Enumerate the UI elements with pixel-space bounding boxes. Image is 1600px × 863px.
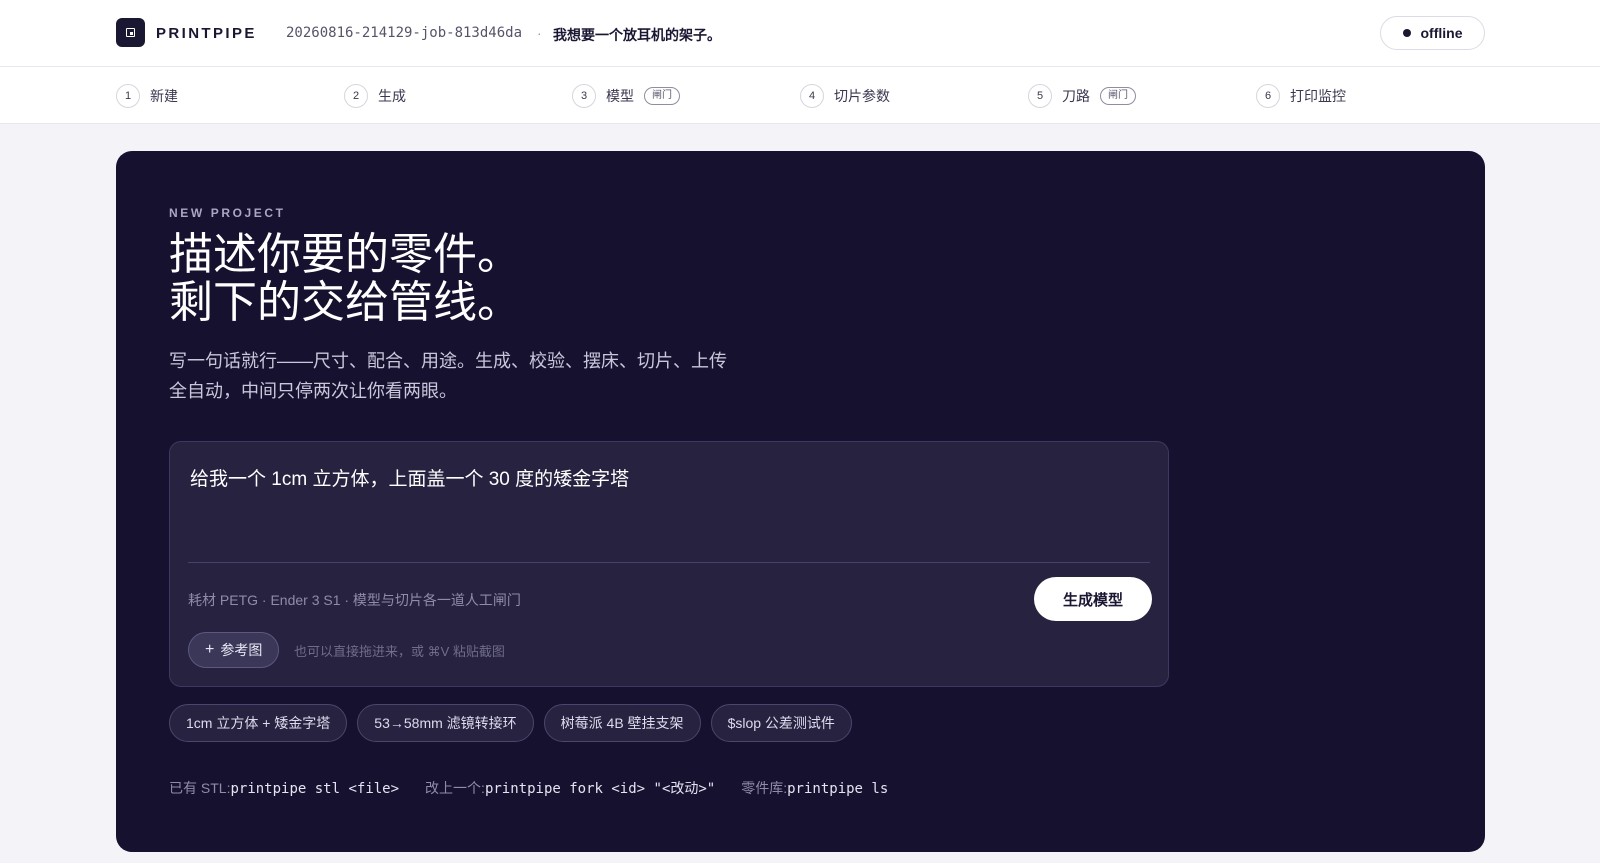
- top-bar: PRINTPIPE 20260816-214129-job-813d46da ·…: [0, 0, 1600, 67]
- cli-label: 改上一个:: [425, 780, 485, 796]
- headline-line-2: 剩下的交给管线。: [169, 277, 521, 328]
- example-chip[interactable]: $slop 公差测试件: [710, 704, 852, 742]
- step-print-monitor[interactable]: 6 打印监控: [1256, 84, 1346, 108]
- step-new[interactable]: 1 新建: [116, 84, 178, 108]
- subtitle-line-2: 全自动，中间只停两次让你看两眼。: [169, 381, 457, 401]
- cli-hint-stl: 已有 STL: printpipe stl <file>: [169, 778, 399, 798]
- step-label: 模型: [606, 88, 634, 104]
- reference-image-label: 参考图: [220, 642, 263, 658]
- headline-line-1: 描述你要的零件。: [169, 229, 521, 280]
- example-chip[interactable]: 1cm 立方体 + 矮金字塔: [169, 704, 348, 742]
- reference-image-button[interactable]: + 参考图: [188, 632, 280, 668]
- step-label: 打印监控: [1290, 88, 1346, 104]
- status-badge: offline: [1380, 16, 1485, 50]
- subtitle: 写一句话就行——尺寸、配合、用途。生成、校验、摆床、切片、上传 全自动，中间只停…: [169, 346, 809, 406]
- cli-label: 已有 STL:: [169, 780, 231, 796]
- step-model[interactable]: 3 模型 闸门: [572, 84, 680, 108]
- prompt-panel: 给我一个 1cm 立方体，上面盖一个 30 度的矮金字塔 耗材 PETG · E…: [169, 441, 1169, 687]
- step-number: 3: [572, 84, 596, 108]
- divider: [188, 562, 1150, 563]
- step-label: 新建: [150, 88, 178, 104]
- status-dot-icon: [1402, 29, 1411, 37]
- paste-hint: 也可以直接拖进来，或 ⌘V 粘贴截图: [294, 644, 505, 659]
- subtitle-line-1: 写一句话就行——尺寸、配合、用途。生成、校验、摆床、切片、上传: [169, 351, 727, 371]
- step-label: 刀路: [1062, 88, 1090, 104]
- job-id: 20260816-214129-job-813d46da: [286, 25, 523, 41]
- cli-label: 零件库:: [741, 780, 788, 796]
- step-number: 5: [1028, 84, 1052, 108]
- page-title: 描述你要的零件。 剩下的交给管线。: [169, 231, 521, 327]
- cli-hint-library: 零件库: printpipe ls: [741, 778, 888, 798]
- prompt-input[interactable]: 给我一个 1cm 立方体，上面盖一个 30 度的矮金字塔: [190, 464, 1150, 491]
- step-toolpath[interactable]: 5 刀路 闸门: [1028, 84, 1136, 108]
- job-title: 我想要一个放耳机的架子。: [553, 27, 721, 43]
- cli-command: printpipe fork <id> "<改动>": [484, 781, 716, 797]
- gate-badge: 闸门: [1100, 87, 1136, 105]
- example-chip[interactable]: 53→58mm 滤镜转接环: [357, 704, 534, 742]
- eyebrow-label: NEW PROJECT: [169, 206, 286, 220]
- logo-icon[interactable]: [116, 18, 145, 47]
- step-label: 切片参数: [834, 88, 890, 104]
- step-number: 1: [116, 84, 140, 108]
- example-chip[interactable]: 树莓派 4B 壁挂支架: [543, 704, 701, 742]
- step-label: 生成: [378, 88, 406, 104]
- generate-model-button[interactable]: 生成模型: [1034, 577, 1152, 621]
- step-generate[interactable]: 2 生成: [344, 84, 406, 108]
- new-project-card: NEW PROJECT 描述你要的零件。 剩下的交给管线。 写一句话就行——尺寸…: [116, 151, 1485, 852]
- step-slice-params[interactable]: 4 切片参数: [800, 84, 890, 108]
- cli-command: printpipe stl <file>: [230, 781, 400, 797]
- job-separator: ·: [537, 25, 542, 41]
- cli-command: printpipe ls: [787, 781, 889, 797]
- status-text: offline: [1420, 25, 1463, 41]
- pipeline-steps: 1 新建 2 生成 3 模型 闸门 4 切片参数 5 刀路 闸门 6 打印监控: [0, 67, 1600, 124]
- cli-hint-fork: 改上一个: printpipe fork <id> "<改动>": [425, 778, 715, 798]
- brand-name[interactable]: PRINTPIPE: [156, 25, 257, 42]
- gate-badge: 闸门: [644, 87, 680, 105]
- cli-hints: 已有 STL: printpipe stl <file> 改上一个: print…: [169, 778, 888, 798]
- example-chips: 1cm 立方体 + 矮金字塔 53→58mm 滤镜转接环 树莓派 4B 壁挂支架…: [169, 704, 852, 742]
- step-number: 6: [1256, 84, 1280, 108]
- step-number: 2: [344, 84, 368, 108]
- step-number: 4: [800, 84, 824, 108]
- material-printer-info: 耗材 PETG · Ender 3 S1 · 模型与切片各一道人工闸门: [188, 592, 521, 608]
- plus-icon: +: [205, 641, 215, 658]
